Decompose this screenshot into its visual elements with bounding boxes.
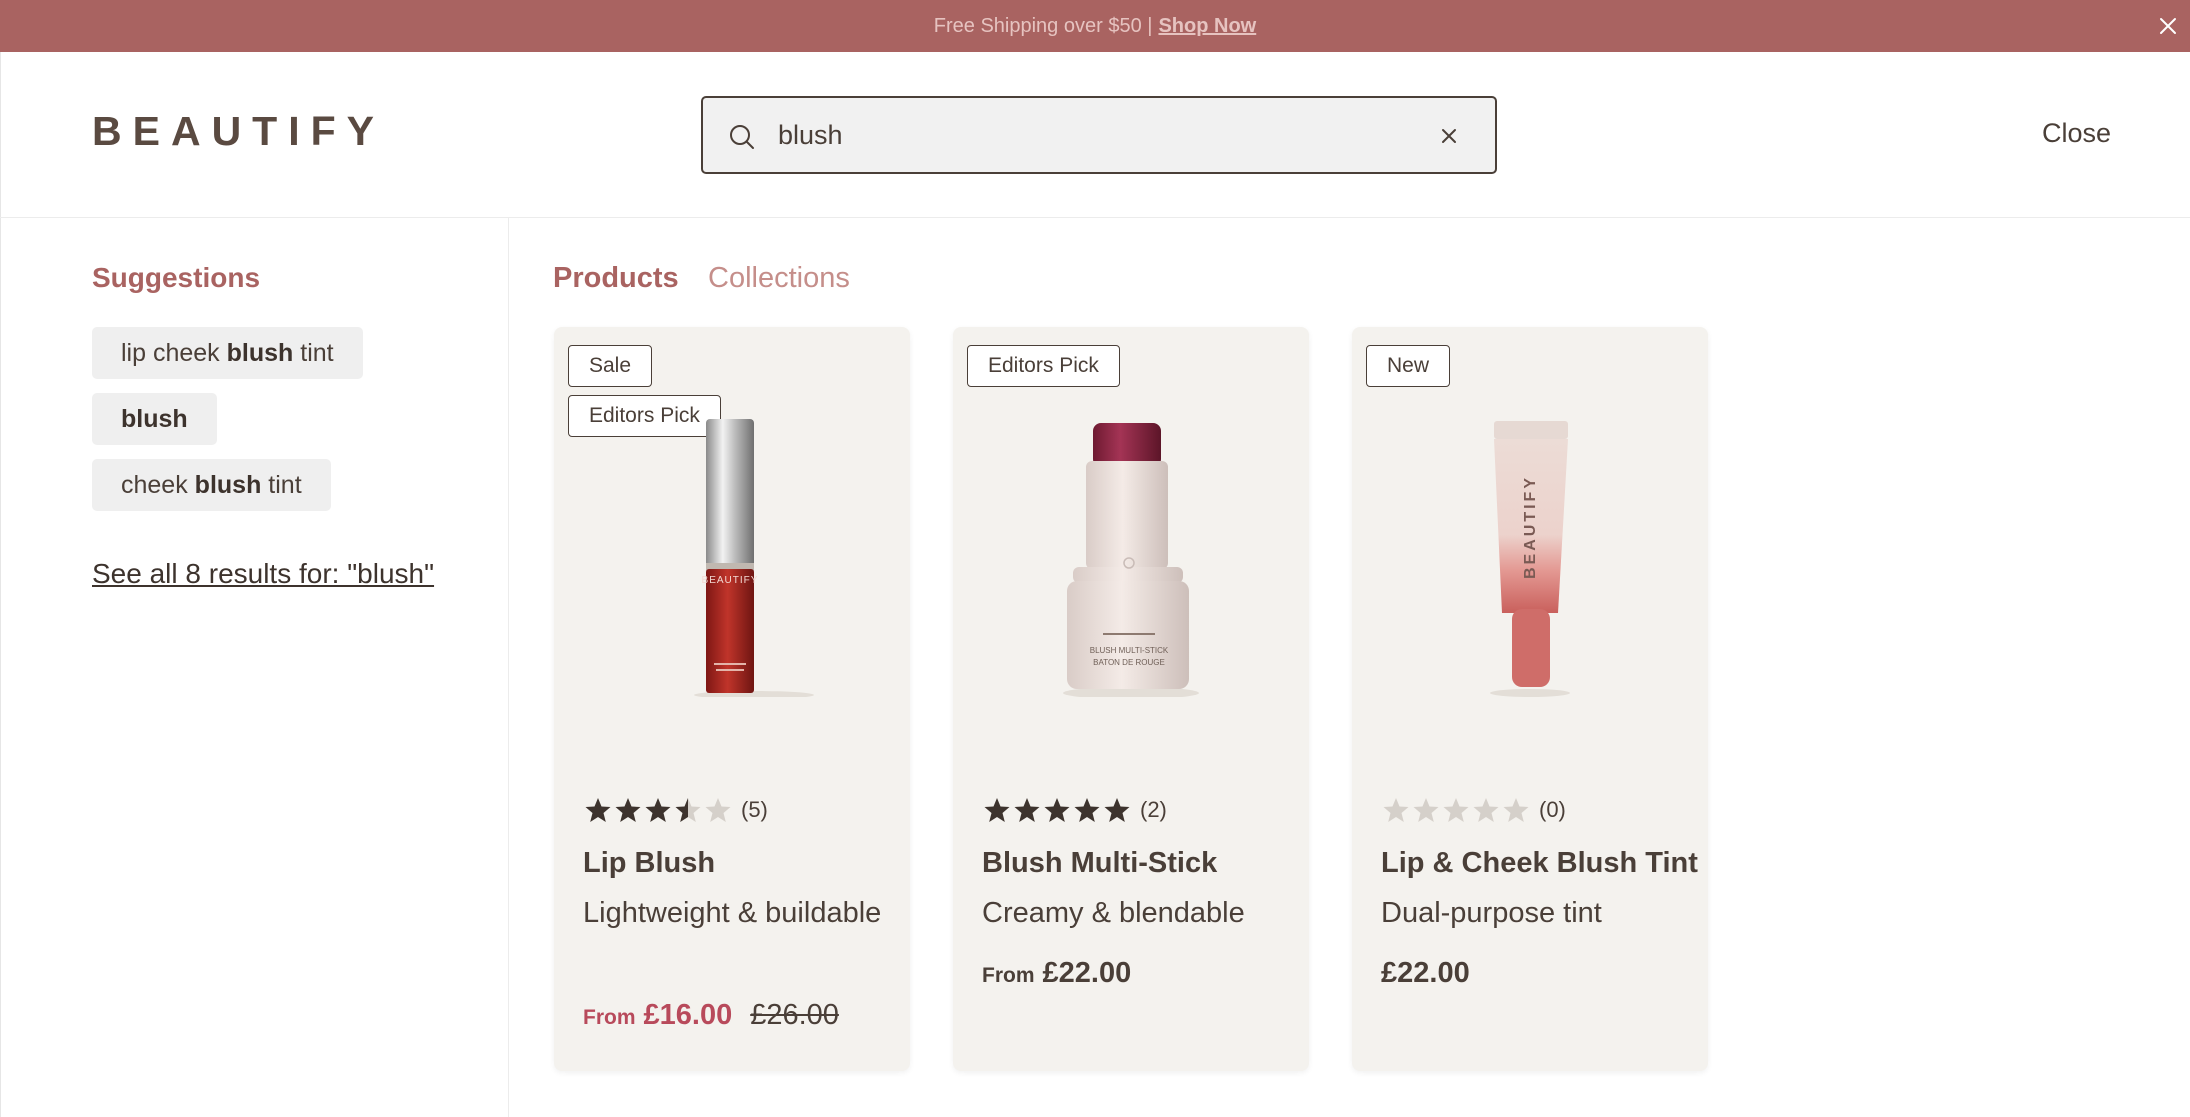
sale-price: £16.00 xyxy=(643,999,733,1031)
product-card[interactable]: New BEAUTIFY (0) Lip & Cheek Blush Tint … xyxy=(1352,327,1708,1071)
suggestion-match: blush xyxy=(226,338,294,367)
product-price: £22.00 xyxy=(1042,957,1132,989)
suggestion-text: tint xyxy=(261,470,302,499)
suggestions-title: Suggestions xyxy=(92,262,261,293)
star-full-icon xyxy=(615,798,641,822)
star-full-icon xyxy=(1044,798,1070,822)
suggestion-chip[interactable]: lip cheek blush tint xyxy=(92,327,363,379)
star-empty-icon xyxy=(1443,798,1469,822)
product-name[interactable]: Blush Multi-Stick xyxy=(982,847,1217,880)
star-full-icon xyxy=(645,798,671,822)
lip-blush-brand-text: BEAUTIFY xyxy=(702,575,759,586)
review-count: (2) xyxy=(1140,797,1167,822)
suggestion-match: blush xyxy=(194,470,262,499)
star-full-icon xyxy=(585,798,611,822)
star-full-icon xyxy=(1104,798,1130,822)
product-image-lip-blush: BEAUTIFY xyxy=(694,419,814,697)
blush-tint-brand-text: BEAUTIFY xyxy=(1522,475,1539,579)
multi-stick-label-2: BATON DE ROUGE xyxy=(1093,658,1165,667)
price-row: From £16.00 £26.00 xyxy=(583,999,839,1032)
search-icon xyxy=(727,122,757,152)
suggestion-chip[interactable]: blush xyxy=(92,393,217,445)
close-search-button[interactable]: Close xyxy=(2042,118,2111,149)
star-full-icon xyxy=(1014,798,1040,822)
star-empty-icon xyxy=(705,798,731,822)
suggestion-text: lip cheek xyxy=(121,338,227,367)
product-description: Lightweight & buildable xyxy=(583,897,882,929)
product-price: £22.00 xyxy=(1381,957,1470,989)
star-full-icon xyxy=(984,798,1010,822)
product-name[interactable]: Lip Blush xyxy=(583,847,715,880)
suggestion-text: tint xyxy=(293,338,334,367)
tab-collections[interactable]: Collections xyxy=(708,262,850,295)
see-all-results-link[interactable]: See all 8 results for: "blush" xyxy=(92,558,434,590)
rating-stars: (2) xyxy=(982,795,1167,825)
price-from-label: From xyxy=(982,964,1035,987)
announcement-text: Free Shipping over $50 | xyxy=(933,14,1153,37)
search-header: BEAUTIFY Close xyxy=(0,52,2190,218)
product-card[interactable]: Sale Editors Pick BEAUTIFY (5) Lip Blush… xyxy=(554,327,910,1071)
product-card[interactable]: Editors Pick BLUSH MULTI-STICK BATON DE … xyxy=(953,327,1309,1071)
multi-stick-label-1: BLUSH MULTI-STICK xyxy=(1090,646,1169,655)
clear-search-icon[interactable] xyxy=(1435,122,1463,150)
price-from-label: From xyxy=(583,1006,636,1029)
compare-at-price: £26.00 xyxy=(750,999,839,1031)
suggestion-match: blush xyxy=(121,404,188,433)
star-empty-icon xyxy=(1413,798,1439,822)
search-input[interactable] xyxy=(778,112,1378,158)
review-count: (5) xyxy=(741,797,768,822)
product-description: Creamy & blendable xyxy=(982,897,1245,929)
price-row: £22.00 xyxy=(1381,957,1470,990)
star-empty-icon xyxy=(1503,798,1529,822)
panel-divider xyxy=(508,218,509,1117)
rating-stars: (5) xyxy=(583,795,768,825)
suggestion-chip[interactable]: cheek blush tint xyxy=(92,459,331,511)
star-empty-icon xyxy=(1383,798,1409,822)
product-description: Dual-purpose tint xyxy=(1381,897,1602,929)
rating-stars: (0) xyxy=(1381,795,1566,825)
shop-now-link[interactable]: Shop Now xyxy=(1158,15,1256,38)
product-name[interactable]: Lip & Cheek Blush Tint xyxy=(1381,847,1698,880)
suggestion-text: cheek xyxy=(121,470,195,499)
star-empty-icon xyxy=(1473,798,1499,822)
star-full-icon xyxy=(1074,798,1100,822)
close-announcement-icon[interactable] xyxy=(2152,10,2184,42)
review-count: (0) xyxy=(1539,797,1566,822)
search-box[interactable] xyxy=(701,96,1497,174)
brand-logo[interactable]: BEAUTIFY xyxy=(92,108,385,155)
tab-products[interactable]: Products xyxy=(553,262,679,295)
star-half-icon xyxy=(675,798,701,822)
product-image-blush-tint: BEAUTIFY xyxy=(1490,421,1570,697)
announcement-bar: Free Shipping over $50 | Shop Now xyxy=(0,0,2190,52)
price-row: From £22.00 xyxy=(982,957,1131,990)
product-image-blush-multi-stick: BLUSH MULTI-STICK BATON DE ROUGE xyxy=(1063,423,1199,697)
